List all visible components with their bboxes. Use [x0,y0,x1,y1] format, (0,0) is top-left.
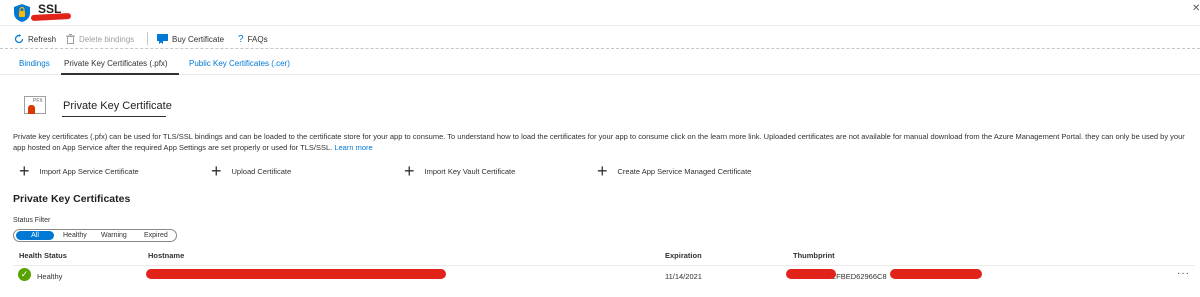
section-title-underline [62,116,166,117]
section-title: Private Key Certificate [63,100,172,112]
tab-private-key-certificates[interactable]: Private Key Certificates (.pfx) [64,59,168,68]
column-header-health-status[interactable]: Health Status [19,251,67,260]
more-options-icon[interactable]: ··· [1177,268,1190,279]
thumbprint-redaction [890,269,982,279]
command-bar: Refresh Delete bindings Buy Certificate … [0,27,1200,49]
refresh-icon [14,34,24,44]
plus-icon: + [404,161,415,181]
import-app-service-certificate-button[interactable]: + Import App Service Certificate [19,161,139,181]
column-header-expiration[interactable]: Expiration [665,251,702,260]
ribbon-icon [28,105,35,114]
action-label: Import Key Vault Certificate [424,166,516,176]
certificate-icon [157,34,168,44]
import-key-vault-certificate-button[interactable]: + Import Key Vault Certificate [404,161,516,181]
refresh-button[interactable]: Refresh [14,32,56,46]
delete-bindings-button[interactable]: Delete bindings [66,32,134,46]
thumbprint-redaction [786,269,836,279]
checkmark-circle-icon: ✓ [18,268,31,281]
redaction-mark [30,12,72,22]
tab-bindings[interactable]: Bindings [19,59,50,68]
buy-certificate-button[interactable]: Buy Certificate [157,32,224,46]
toolbar-divider [147,32,148,45]
filter-option-expired[interactable]: Expired [144,231,168,240]
expiration-cell: 11/14/2021 [665,272,702,281]
active-tab-indicator [61,73,179,75]
health-status-cell: Healthy [37,272,63,281]
trash-icon [66,34,75,44]
title-bar: SSL ✕ [0,0,1200,26]
filter-option-all[interactable]: All [16,231,54,240]
question-icon: ? [238,33,244,45]
thumbprint-cell: 2FBED62966C8 [832,272,887,281]
table-header-divider [13,265,1195,266]
filter-option-healthy[interactable]: Healthy [63,231,87,240]
tab-strip: Bindings Private Key Certificates (.pfx)… [0,55,1200,75]
column-header-hostname[interactable]: Hostname [148,251,184,260]
buy-certificate-label: Buy Certificate [172,34,225,44]
delete-bindings-label: Delete bindings [79,34,135,44]
action-label: Import App Service Certificate [39,166,139,176]
plus-icon: + [19,161,30,181]
status-filter-label: Status Filter [13,217,51,224]
column-header-thumbprint[interactable]: Thumbprint [793,251,835,260]
upload-certificate-button[interactable]: + Upload Certificate [211,161,292,181]
section-description: Private key certificates (.pfx) can be u… [13,131,1195,153]
filter-option-warning[interactable]: Warning [101,231,127,240]
shield-icon [14,4,30,22]
pfx-icon-label: PFX [33,98,43,104]
faqs-button[interactable]: ? FAQs [238,32,268,46]
hostname-redaction [146,269,446,279]
plus-icon: + [211,161,222,181]
certificates-heading: Private Key Certificates [13,193,131,205]
create-managed-certificate-button[interactable]: + Create App Service Managed Certificate [597,161,752,181]
description-text: Private key certificates (.pfx) can be u… [13,132,1185,152]
faqs-label: FAQs [247,34,268,44]
action-label: Upload Certificate [231,166,292,176]
tab-public-key-certificates[interactable]: Public Key Certificates (.cer) [189,59,290,68]
action-label: Create App Service Managed Certificate [617,166,752,176]
refresh-label: Refresh [28,34,57,44]
pfx-certificate-icon: PFX [24,96,46,114]
plus-icon: + [597,161,608,181]
status-filter: All Healthy Warning Expired [13,229,177,242]
learn-more-link[interactable]: Learn more [334,143,372,152]
close-icon[interactable]: ✕ [1192,3,1200,14]
